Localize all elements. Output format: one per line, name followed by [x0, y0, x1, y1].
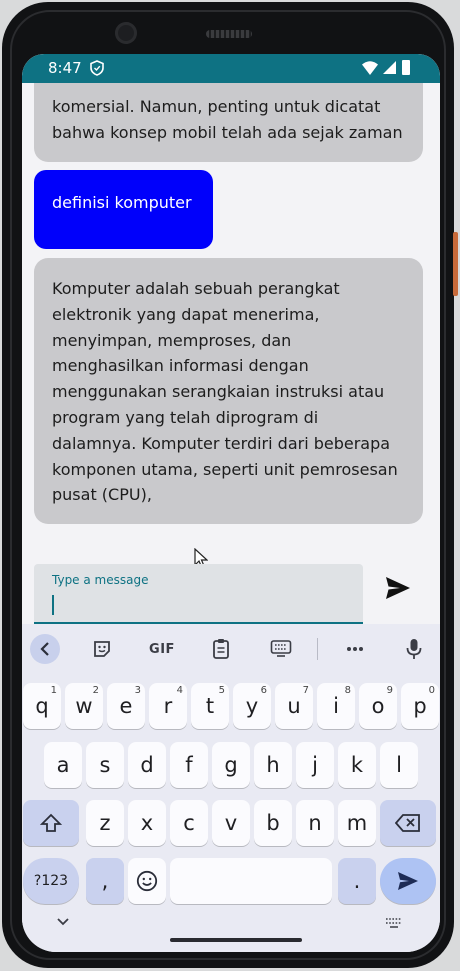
sticker-button[interactable]: [89, 634, 115, 664]
key-l[interactable]: l: [380, 742, 418, 788]
microphone-icon: [406, 639, 422, 659]
key-r[interactable]: r4: [149, 683, 187, 729]
key-d[interactable]: d: [128, 742, 166, 788]
status-bar: 8:47: [22, 54, 440, 83]
phone-frame: 8:47 komersial. Namun, penting untuk dic…: [2, 2, 454, 968]
wifi-icon: [362, 61, 378, 75]
keyboard-layout-button[interactable]: [268, 634, 294, 664]
key-z[interactable]: z: [86, 800, 124, 846]
shield-icon: [90, 60, 104, 76]
more-options-button[interactable]: [342, 634, 368, 664]
screen: 8:47 komersial. Namun, penting untuk dic…: [22, 54, 440, 952]
emoji-icon: [136, 870, 158, 892]
key-e[interactable]: e3: [107, 683, 145, 729]
key-j[interactable]: j: [296, 742, 334, 788]
toolbar-divider: [317, 638, 318, 660]
bot-message: Komputer adalah sebuah perangkat elektro…: [34, 258, 423, 524]
bot-message-previous: komersial. Namun, penting untuk dicatat …: [34, 83, 423, 162]
key-v[interactable]: v: [212, 800, 250, 846]
chat-list[interactable]: komersial. Namun, penting untuk dicatat …: [22, 83, 440, 556]
key-y[interactable]: y6: [233, 683, 271, 729]
symbols-key[interactable]: ?123: [23, 858, 79, 904]
chevron-left-icon: [40, 642, 49, 656]
soft-keyboard: GIF q 1 w 2 e 3 r 4 t 5 y 6 u 7 i 8 o 9 …: [22, 624, 440, 952]
keyboard-back-button[interactable]: [30, 634, 60, 664]
clipboard-button[interactable]: [209, 634, 233, 664]
key-q[interactable]: q1: [23, 683, 61, 729]
message-input-box[interactable]: Type a message: [34, 564, 363, 624]
space-key[interactable]: [170, 858, 332, 904]
key-a[interactable]: a: [44, 742, 82, 788]
key-s[interactable]: s: [86, 742, 124, 788]
key-x[interactable]: x: [128, 800, 166, 846]
key-t[interactable]: t5: [191, 683, 229, 729]
key-f[interactable]: f: [170, 742, 208, 788]
shift-icon: [40, 813, 62, 832]
key-p[interactable]: p0: [401, 683, 439, 729]
send-icon[interactable]: [385, 576, 411, 600]
key-n[interactable]: n: [296, 800, 334, 846]
message-input-label: Type a message: [52, 573, 149, 587]
signal-icon: [383, 61, 396, 74]
user-message: definisi komputer: [34, 170, 213, 249]
emoji-key[interactable]: [128, 858, 166, 904]
key-h[interactable]: h: [254, 742, 292, 788]
clipboard-icon: [213, 639, 229, 659]
keyboard-icon: [270, 640, 292, 657]
voice-input-button[interactable]: [402, 634, 426, 664]
power-button: [453, 232, 458, 296]
sticker-icon: [94, 641, 110, 657]
gif-button[interactable]: GIF: [144, 634, 180, 664]
key-g[interactable]: g: [212, 742, 250, 788]
period-key[interactable]: .: [338, 858, 376, 904]
keyboard-switcher-icon[interactable]: [384, 917, 404, 929]
key-i[interactable]: i8: [317, 683, 355, 729]
key-c[interactable]: c: [170, 800, 208, 846]
gesture-nav-handle[interactable]: [170, 938, 302, 942]
key-m[interactable]: m: [338, 800, 376, 846]
key-o[interactable]: o9: [359, 683, 397, 729]
key-u[interactable]: u7: [275, 683, 313, 729]
key-w[interactable]: w2: [65, 683, 103, 729]
send-arrow-icon: [398, 872, 418, 890]
text-caret: [52, 595, 54, 615]
front-camera: [115, 22, 137, 44]
earpiece-speaker: [206, 30, 252, 38]
shift-key[interactable]: [23, 800, 79, 846]
message-input[interactable]: [51, 592, 341, 616]
key-k[interactable]: k: [338, 742, 376, 788]
user-message-text: definisi komputer: [52, 193, 192, 212]
more-horizontal-icon: [347, 647, 363, 651]
battery-icon: [402, 60, 410, 75]
bot-message-previous-text: komersial. Namun, penting untuk dicatat …: [52, 97, 403, 143]
backspace-icon: [395, 814, 420, 832]
status-time: 8:47: [48, 59, 82, 77]
hide-keyboard-icon[interactable]: [56, 917, 70, 927]
backspace-key[interactable]: [380, 800, 436, 846]
key-b[interactable]: b: [254, 800, 292, 846]
comma-key[interactable]: ,: [86, 858, 124, 904]
enter-key[interactable]: [380, 858, 436, 904]
bot-message-text: Komputer adalah sebuah perangkat elektro…: [52, 279, 398, 505]
